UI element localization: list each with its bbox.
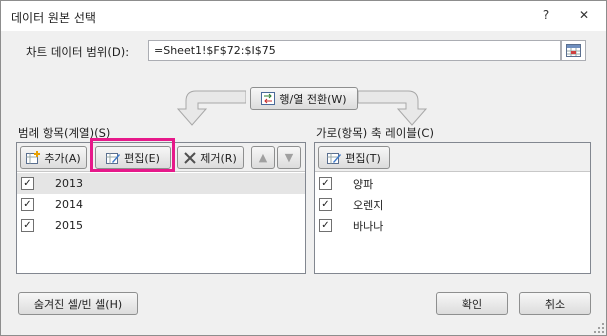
hidden-empty-cells-button[interactable]: 숨겨진 셀/빈 셀(H) — [18, 292, 138, 315]
switch-left-arrow-icon — [176, 90, 246, 126]
hidden-empty-cells-label: 숨겨진 셀/빈 셀(H) — [33, 297, 123, 311]
add-icon — [26, 151, 41, 164]
axis-toolbar: 편집(T) — [315, 143, 590, 172]
range-collapse-button[interactable] — [561, 40, 586, 61]
list-item[interactable]: ✓ 2013 — [17, 173, 305, 194]
title-bar: 데이터 원본 선택 ? ✕ — [1, 1, 606, 31]
remove-series-label: 제거(R) — [200, 151, 237, 165]
select-data-source-dialog: 데이터 원본 선택 ? ✕ 차트 데이터 범위(D): =Sheet1!$F$7… — [0, 0, 607, 336]
series-checkbox[interactable]: ✓ — [21, 177, 34, 190]
category-checkbox[interactable]: ✓ — [319, 219, 332, 232]
ok-button[interactable]: 확인 — [436, 292, 508, 315]
switch-icon — [261, 92, 276, 105]
move-up-button[interactable]: ▲ — [251, 146, 275, 169]
move-down-button[interactable]: ▼ — [277, 146, 301, 169]
category-label: 양파 — [353, 177, 374, 191]
edit-axis-button[interactable]: 편집(T) — [318, 146, 390, 169]
category-checkbox[interactable]: ✓ — [319, 198, 332, 211]
remove-icon — [184, 151, 196, 164]
add-series-label: 추가(A) — [44, 151, 81, 165]
switch-button-label: 행/열 전환(W) — [279, 92, 347, 106]
close-button[interactable]: ✕ — [566, 4, 602, 25]
help-icon: ? — [542, 7, 550, 22]
category-label: 바나나 — [353, 219, 384, 233]
help-button[interactable]: ? — [534, 4, 558, 25]
list-item[interactable]: ✓ 오렌지 — [315, 194, 590, 215]
series-checkbox[interactable]: ✓ — [21, 198, 34, 211]
list-item[interactable]: ✓ 바나나 — [315, 215, 590, 236]
cancel-button[interactable]: 취소 — [519, 292, 591, 315]
category-label: 오렌지 — [353, 198, 384, 212]
series-label: 2015 — [55, 219, 83, 232]
list-item[interactable]: ✓ 양파 — [315, 173, 590, 194]
switch-right-arrow-icon — [358, 90, 428, 126]
close-icon: ✕ — [578, 7, 590, 22]
resize-grip-icon[interactable] — [593, 322, 605, 334]
move-up-icon: ▲ — [258, 151, 268, 164]
axis-labels-label: 가로(항목) 축 레이블(C) — [316, 126, 434, 140]
edit-button-highlight — [90, 138, 175, 172]
add-series-button[interactable]: 추가(A) — [20, 146, 87, 169]
series-checkbox[interactable]: ✓ — [21, 219, 34, 232]
list-item[interactable]: ✓ 2014 — [17, 194, 305, 215]
category-checkbox[interactable]: ✓ — [319, 177, 332, 190]
dialog-title: 데이터 원본 선택 — [11, 11, 96, 25]
remove-series-button[interactable]: 제거(R) — [177, 146, 244, 169]
range-selector-icon — [566, 44, 581, 57]
chart-range-input[interactable]: =Sheet1!$F$72:$I$75 — [148, 40, 561, 61]
cancel-label: 취소 — [544, 297, 566, 311]
edit-icon — [327, 151, 342, 164]
edit-axis-label: 편집(T) — [345, 151, 381, 165]
switch-row-column-button[interactable]: 행/열 전환(W) — [250, 87, 358, 110]
list-item[interactable]: ✓ 2015 — [17, 215, 305, 236]
axis-labels-listbox: 편집(T) ✓ 양파 ✓ 오렌지 ✓ 바나나 — [314, 142, 591, 274]
ok-label: 확인 — [461, 297, 483, 311]
series-label: 2013 — [55, 177, 83, 190]
chart-range-label: 차트 데이터 범위(D): — [26, 45, 130, 59]
move-down-icon: ▼ — [284, 151, 294, 164]
series-label: 2014 — [55, 198, 83, 211]
